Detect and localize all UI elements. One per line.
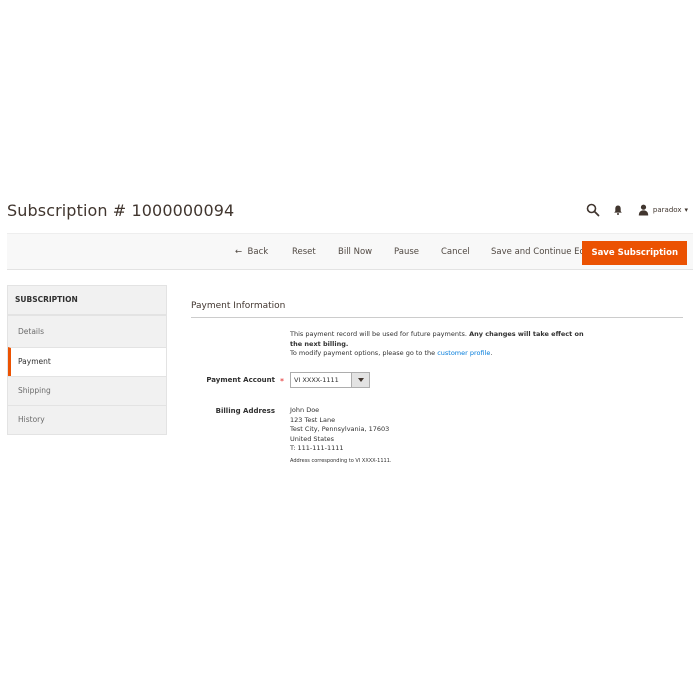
address-note: Address corresponding to VI XXXX-1111.	[290, 457, 392, 464]
payment-note: This payment record will be used for fut…	[290, 330, 590, 359]
address-phone: T: 111-111-1111	[290, 444, 344, 452]
chevron-down-icon	[351, 373, 369, 387]
address-country: United States	[290, 434, 335, 443]
user-menu[interactable]: paradox ▾	[638, 204, 688, 216]
sidebar-item-shipping[interactable]: Shipping	[8, 376, 166, 405]
user-icon	[638, 204, 649, 216]
pause-button[interactable]: Pause	[394, 234, 419, 271]
section-title: Payment Information	[191, 301, 286, 311]
customer-profile-link[interactable]: customer profile	[437, 349, 490, 357]
search-icon[interactable]	[586, 203, 600, 217]
back-label: Back	[247, 247, 269, 257]
sidebar-title: SUBSCRIPTION	[8, 286, 166, 315]
address-street: 123 Test Lane	[290, 415, 336, 424]
sidebar-item-payment[interactable]: Payment	[8, 347, 166, 376]
payment-account-value: VI XXXX-1111	[294, 376, 339, 384]
user-name: paradox	[652, 206, 682, 214]
note-text-2: To modify payment options, please go to …	[290, 349, 436, 357]
section-divider	[191, 317, 683, 318]
cancel-button[interactable]: Cancel	[441, 234, 470, 271]
reset-button[interactable]: Reset	[292, 234, 316, 271]
sidebar-item-history[interactable]: History	[8, 405, 166, 434]
back-button[interactable]: ← Back	[235, 234, 268, 271]
note-text: This payment record will be used for fut…	[290, 330, 467, 338]
bill-now-button[interactable]: Bill Now	[338, 234, 372, 271]
billing-address: John Doe 123 Test Lane Test City, Pennsy…	[290, 406, 391, 466]
save-subscription-button[interactable]: Save Subscription	[582, 241, 687, 265]
sidebar-item-details[interactable]: Details	[8, 315, 166, 347]
caret-down-icon: ▾	[684, 206, 688, 214]
save-continue-button[interactable]: Save and Continue Edit	[491, 234, 591, 271]
sidebar: SUBSCRIPTION Details Payment Shipping Hi…	[7, 285, 167, 435]
payment-account-select[interactable]: VI XXXX-1111	[290, 372, 370, 388]
bell-icon[interactable]	[612, 204, 624, 216]
note-text-3: .	[490, 349, 493, 357]
address-city: Test City, Pennsylvania, 17603	[290, 425, 390, 433]
address-name: John Doe	[290, 406, 320, 414]
header-actions: paradox ▾	[586, 203, 688, 217]
billing-address-label: Billing Address	[215, 407, 275, 415]
required-icon: *	[280, 377, 284, 386]
page-actions-bar: ← Back Reset Bill Now Pause Cancel Save …	[7, 233, 693, 270]
page-title: Subscription # 1000000094	[7, 201, 235, 220]
payment-account-label: Payment Account	[206, 376, 275, 384]
back-arrow-icon: ←	[235, 247, 243, 257]
